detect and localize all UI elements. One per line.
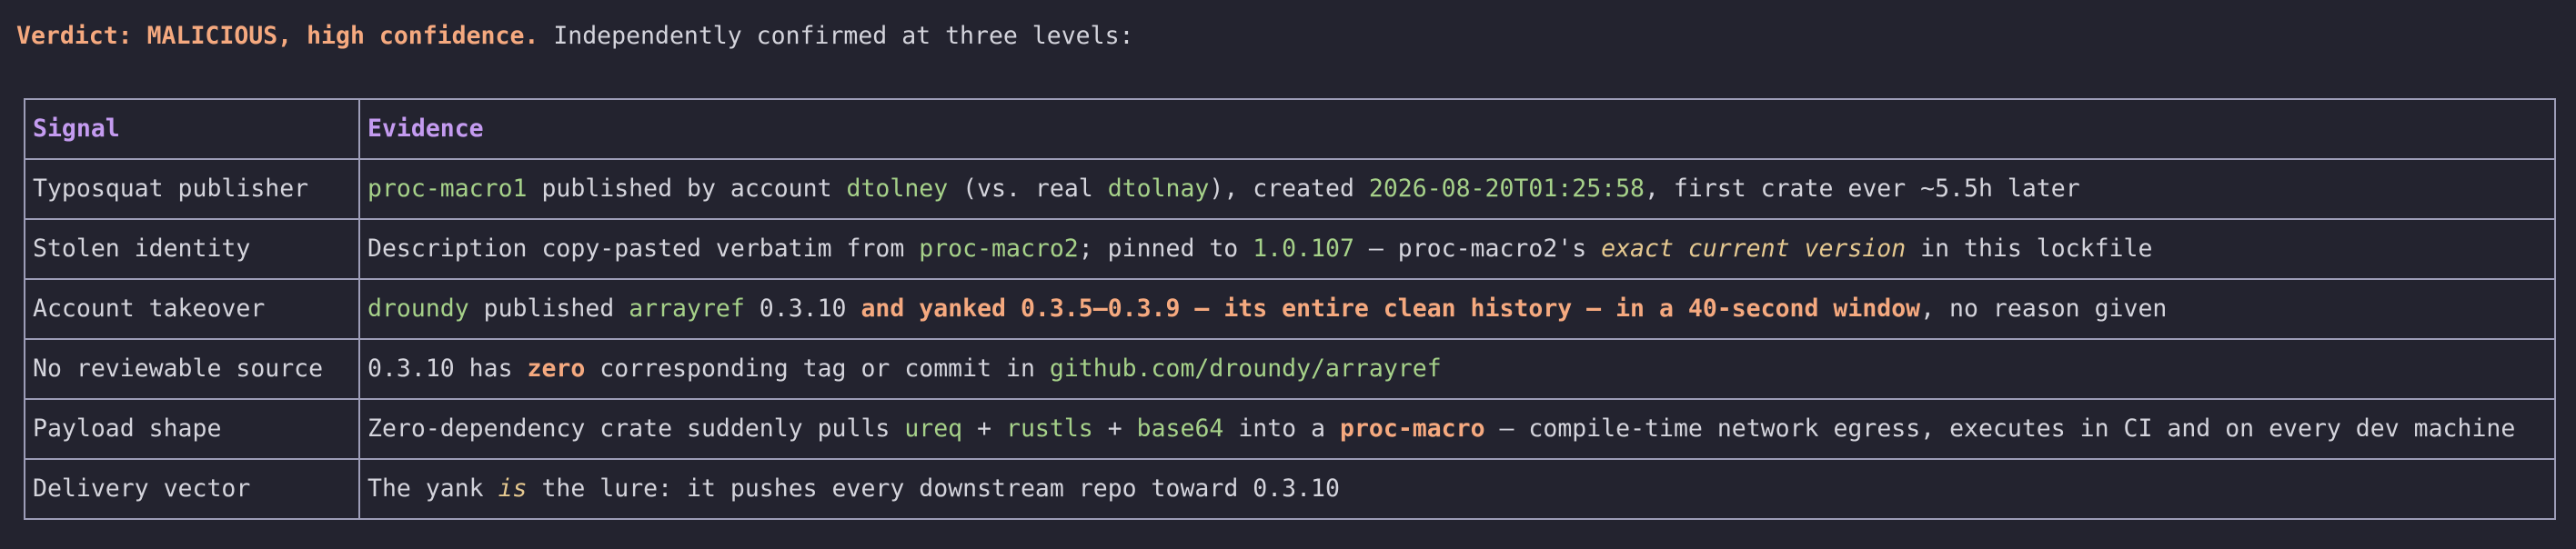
table-body: Typosquat publisher proc-macro1 published… (24, 158, 2556, 520)
table-row: Payload shape Zero-dependency crate sudde… (24, 398, 2556, 460)
text-span: 0.3.10 (744, 294, 861, 323)
text-span: Description copy-pasted verbatim from (367, 235, 920, 263)
code-span: proc-macro1 (367, 175, 528, 203)
text-span: — compile-time network egress, executes … (1484, 414, 2516, 443)
text-span: corresponding tag or commit in (585, 354, 1050, 383)
table-row: Account takeover droundy published arrayr… (24, 278, 2556, 340)
code-span: arrayref (629, 294, 745, 323)
verdict-text: Independently confirmed at three levels: (538, 22, 1134, 50)
text-span: the lure: it pushes every downstream rep… (527, 474, 1340, 503)
code-span: 2026-08-20T01:25:58 (1368, 175, 1645, 203)
signal-cell: Typosquat publisher (24, 158, 360, 220)
code-span: rustls (1006, 414, 1093, 443)
text-span: , first crate ever ~5.5h later (1645, 175, 2080, 203)
text-span: The yank (367, 474, 498, 503)
text-span: ; pinned to (1078, 235, 1253, 263)
emphasis-span: and yanked 0.3.5–0.3.9 — its entire clea… (860, 294, 1921, 323)
text-span: (vs. real (948, 175, 1108, 203)
table-row: Delivery vector The yank is the lure: it … (24, 458, 2556, 520)
emphasis-span: proc-macro (1340, 414, 1485, 443)
signal-cell: Payload shape (24, 398, 360, 460)
evidence-cell: proc-macro1 published by account dtolney… (358, 158, 2556, 220)
table-header-row: Signal Evidence (24, 98, 2556, 160)
evidence-cell: Zero-dependency crate suddenly pulls ure… (358, 398, 2556, 460)
code-span: dtolney (846, 175, 949, 203)
text-span: Zero-dependency crate suddenly pulls (367, 414, 905, 443)
signal-cell: Delivery vector (24, 458, 360, 520)
text-span: , no reason given (1920, 294, 2168, 323)
text-span: + (962, 414, 1007, 443)
evidence-cell: droundy published arrayref 0.3.10 and ya… (358, 278, 2556, 340)
code-span: ureq (904, 414, 963, 443)
text-span: published (468, 294, 629, 323)
evidence-cell: Description copy-pasted verbatim from pr… (358, 218, 2556, 280)
text-span: — proc-macro2's (1353, 235, 1602, 263)
italic-span: exact current version (1601, 235, 1907, 263)
text-span: in this lockfile (1906, 235, 2153, 263)
text-span: published by account (527, 175, 847, 203)
header-signal: Signal (24, 98, 360, 160)
header-evidence: Evidence (358, 98, 2556, 160)
text-span: into a (1223, 414, 1340, 443)
code-span: droundy (367, 294, 469, 323)
verdict-line: Verdict: MALICIOUS, high confidence. Ind… (16, 16, 1134, 56)
italic-span: is (498, 474, 528, 503)
evidence-cell: The yank is the lure: it pushes every do… (358, 458, 2556, 520)
code-span: dtolnay (1107, 175, 1210, 203)
signal-cell: Account takeover (24, 278, 360, 340)
table-row: Typosquat publisher proc-macro1 published… (24, 158, 2556, 220)
text-span: + (1092, 414, 1137, 443)
table-row: No reviewable source 0.3.10 has zero corr… (24, 338, 2556, 400)
evidence-table: Signal Evidence Typosquat publisher proc-… (24, 98, 2556, 520)
code-span: base64 (1136, 414, 1224, 443)
code-span: github.com/droundy/arrayref (1049, 354, 1442, 383)
text-span: 0.3.10 has (367, 354, 528, 383)
text-span: ), created (1209, 175, 1369, 203)
table-row: Stolen identity Description copy-pasted v… (24, 218, 2556, 280)
signal-cell: Stolen identity (24, 218, 360, 280)
code-span: proc-macro2 (919, 235, 1079, 263)
signal-cell: No reviewable source (24, 338, 360, 400)
emphasis-span: zero (527, 354, 586, 383)
evidence-cell: 0.3.10 has zero corresponding tag or com… (358, 338, 2556, 400)
verdict-label: Verdict: MALICIOUS, high confidence. (16, 22, 539, 50)
code-span: 1.0.107 (1253, 235, 1354, 263)
